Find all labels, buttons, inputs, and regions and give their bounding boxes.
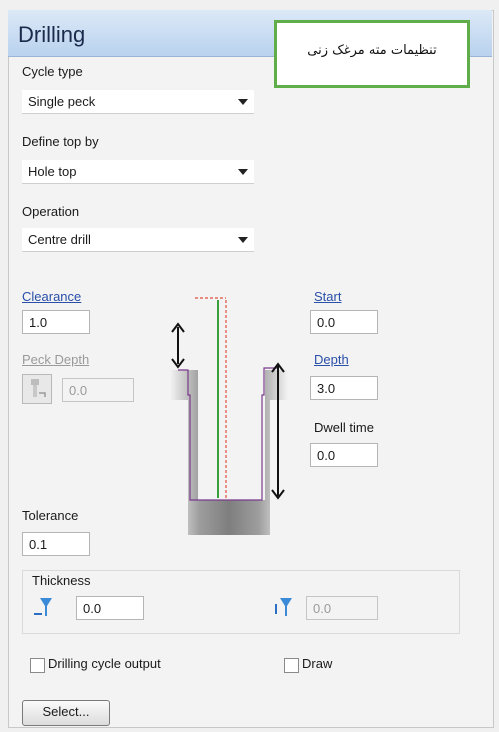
clearance-input[interactable]: 1.0 xyxy=(22,310,90,334)
thickness-input[interactable]: 0.0 xyxy=(76,596,144,620)
draw-label: Draw xyxy=(302,656,333,671)
define-top-label: Define top by xyxy=(22,134,99,149)
depth-input[interactable]: 3.0 xyxy=(310,376,378,400)
cycle-type-label: Cycle type xyxy=(22,64,83,79)
thickness-secondary-icon xyxy=(275,598,292,616)
panel-title: Drilling xyxy=(18,22,86,47)
operation-label: Operation xyxy=(22,204,80,219)
start-link[interactable]: Start xyxy=(314,289,341,304)
define-top-value: Hole top xyxy=(28,164,77,179)
peck-depth-link: Peck Depth xyxy=(22,352,90,367)
peck-tool-icon xyxy=(22,374,52,404)
dwell-time-input[interactable]: 0.0 xyxy=(310,443,378,467)
cycle-type-select[interactable]: Single peck xyxy=(22,90,254,114)
operation-value: Centre drill xyxy=(28,232,91,247)
drilling-cycle-output-checkbox[interactable] xyxy=(30,658,45,673)
peck-depth-input: 0.0 xyxy=(62,378,134,402)
annotation-note: تنظیمات مته مرغک زنی xyxy=(274,20,470,88)
drilling-cycle-output-label: Drilling cycle output xyxy=(48,656,161,671)
thickness-secondary-input: 0.0 xyxy=(306,596,378,620)
dwell-time-label: Dwell time xyxy=(314,420,374,435)
depth-link[interactable]: Depth xyxy=(314,352,349,367)
thickness-tool-icon xyxy=(34,598,52,616)
define-top-select[interactable]: Hole top xyxy=(22,160,254,184)
select-button[interactable]: Select... xyxy=(22,700,110,726)
start-input[interactable]: 0.0 xyxy=(310,310,378,334)
drop-down-arrow-icon xyxy=(238,237,248,243)
thickness-label: Thickness xyxy=(32,573,91,588)
tolerance-input[interactable]: 0.1 xyxy=(22,532,90,556)
draw-checkbox[interactable] xyxy=(284,658,299,673)
drilling-diagram xyxy=(170,297,288,535)
operation-select[interactable]: Centre drill xyxy=(22,228,254,252)
drop-down-arrow-icon xyxy=(238,99,248,105)
tolerance-label: Tolerance xyxy=(22,508,79,523)
clearance-link[interactable]: Clearance xyxy=(22,289,81,304)
drop-down-arrow-icon xyxy=(238,169,248,175)
cycle-type-value: Single peck xyxy=(28,94,96,109)
